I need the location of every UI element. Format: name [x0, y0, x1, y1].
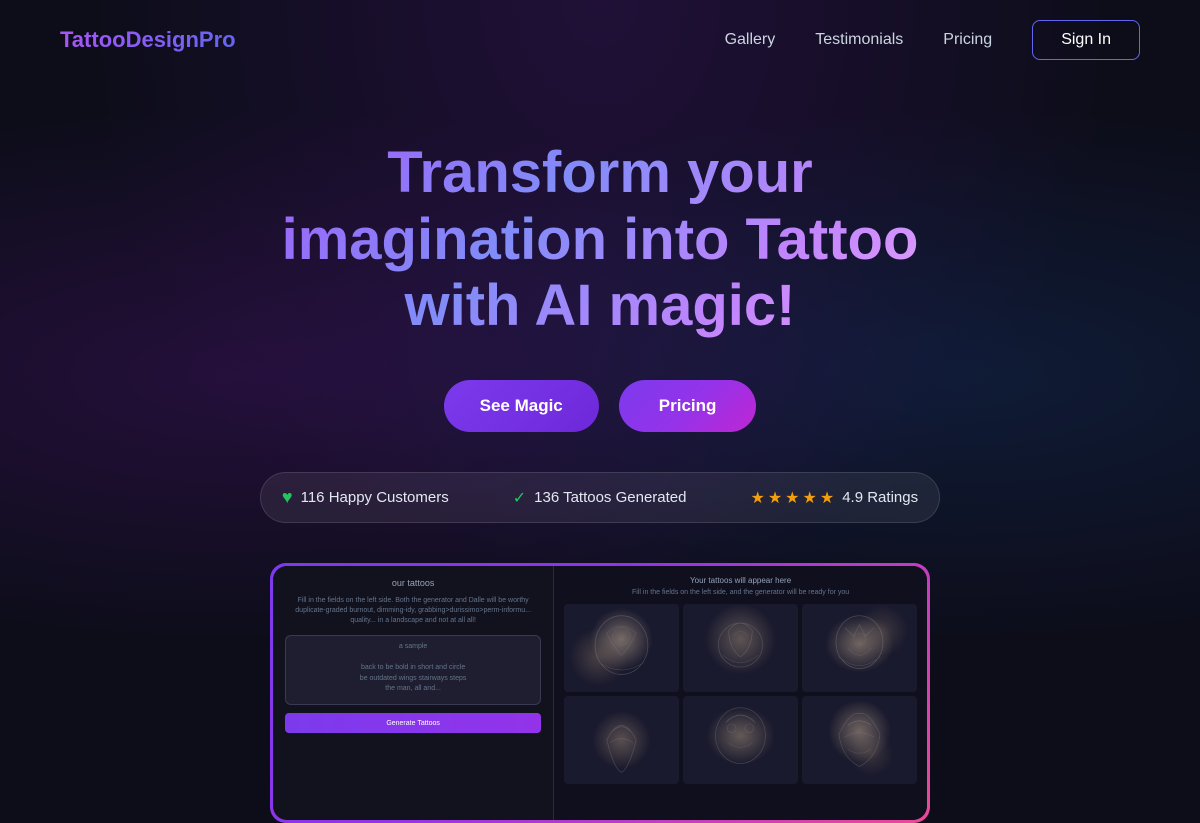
tattoo-cell-1 [564, 604, 679, 692]
app-panel-description: Fill in the fields on the left side. Bot… [285, 596, 541, 625]
star-1: ★ [750, 488, 764, 508]
stars-container: ★ ★ ★ ★ ★ [750, 488, 834, 508]
nav-gallery[interactable]: Gallery [725, 31, 776, 49]
stat-customers: ♥ 116 Happy Customers [282, 487, 449, 508]
stat-tattoos: ✓ 136 Tattoos Generated [513, 488, 687, 508]
navbar: TattooDesignPro Gallery Testimonials Pri… [0, 0, 1200, 80]
tattoo-cell-2 [683, 604, 798, 692]
heart-icon: ♥ [282, 487, 293, 508]
app-preview-inner: our tattoos Fill in the fields on the le… [273, 566, 927, 820]
app-right-title: Your tattoos will appear here [564, 576, 917, 585]
see-magic-button[interactable]: See Magic [444, 380, 599, 432]
star-5: ★ [820, 488, 834, 508]
tattoos-generated-text: 136 Tattoos Generated [534, 489, 686, 506]
stat-rating: ★ ★ ★ ★ ★ 4.9 Ratings [750, 488, 918, 508]
happy-customers-text: 116 Happy Customers [301, 489, 449, 506]
app-panel-header: our tattoos [285, 578, 541, 588]
hero-title-line1: Transform your imagination into Tattoo [282, 140, 919, 272]
check-icon: ✓ [513, 488, 526, 508]
generate-button-label: Generate Tattoos [386, 720, 440, 727]
nav-pricing[interactable]: Pricing [943, 31, 992, 49]
app-right-panel: Your tattoos will appear here Fill in th… [554, 566, 927, 820]
hero-title-line2: with AI magic! [405, 273, 796, 338]
tattoo-cell-5 [683, 696, 798, 784]
app-preview-container: our tattoos Fill in the fields on the le… [270, 563, 930, 823]
pricing-button[interactable]: Pricing [619, 380, 757, 432]
stats-bar: ♥ 116 Happy Customers ✓ 136 Tattoos Gene… [260, 472, 940, 523]
star-4: ★ [803, 488, 817, 508]
tattoo-cell-6 [802, 696, 917, 784]
app-input-text: a sample back to be bold in short and ci… [292, 642, 534, 695]
hero-section: Transform your imagination into Tattoo w… [0, 80, 1200, 823]
tattoo-cell-3 [802, 604, 917, 692]
nav-links: Gallery Testimonials Pricing Sign In [725, 20, 1140, 60]
star-3: ★ [785, 488, 799, 508]
tattoo-cell-4 [564, 696, 679, 784]
tattoo-grid [564, 604, 917, 784]
app-left-panel: our tattoos Fill in the fields on the le… [273, 566, 554, 820]
signin-button[interactable]: Sign In [1032, 20, 1140, 60]
app-right-subtitle: Fill in the fields on the left side, and… [564, 589, 917, 596]
logo[interactable]: TattooDesignPro [60, 27, 236, 53]
hero-buttons: See Magic Pricing [0, 380, 1200, 432]
rating-text: 4.9 Ratings [842, 489, 918, 506]
app-generate-button[interactable]: Generate Tattoos [285, 713, 541, 733]
star-2: ★ [768, 488, 782, 508]
hero-title: Transform your imagination into Tattoo w… [220, 140, 980, 340]
nav-testimonials[interactable]: Testimonials [815, 31, 903, 49]
app-input-field[interactable]: a sample back to be bold in short and ci… [285, 635, 541, 705]
